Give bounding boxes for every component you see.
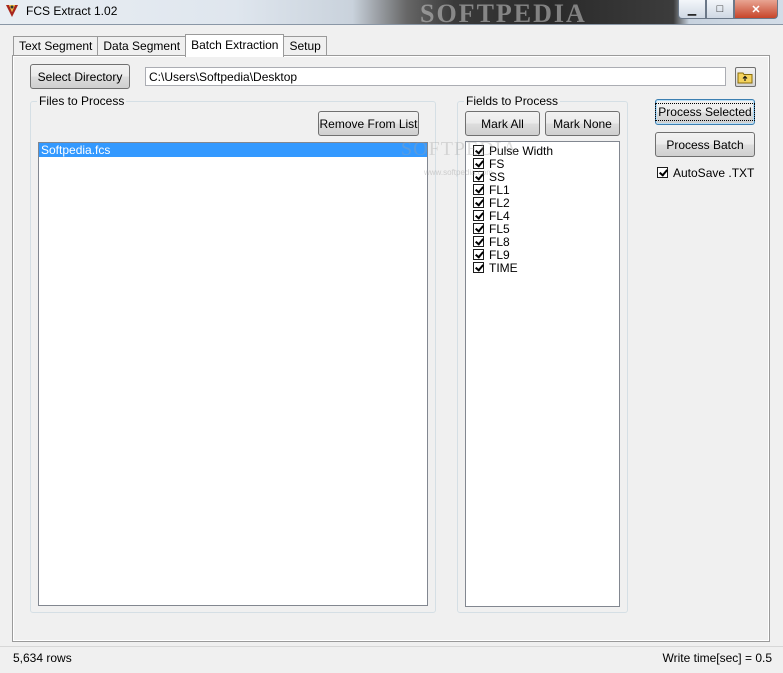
field-row-time[interactable]: TIME: [473, 260, 619, 275]
body-watermark-url: www.softpedia.com: [424, 168, 493, 177]
select-directory-label: Select Directory: [37, 69, 123, 84]
list-item[interactable]: Softpedia.fcs: [39, 143, 427, 157]
title-watermark: SOFTPEDIA: [420, 0, 587, 28]
files-group-label: Files to Process: [37, 94, 127, 108]
field-row-ss[interactable]: SS: [473, 170, 619, 184]
field-checkbox[interactable]: [473, 249, 484, 260]
body-watermark: SOFTPEDIA: [401, 138, 518, 160]
field-label: FL4: [489, 208, 510, 223]
tab-setup[interactable]: Setup: [283, 36, 327, 56]
field-checkbox[interactable]: [473, 262, 484, 273]
field-label: TIME: [489, 260, 518, 275]
select-directory-button[interactable]: Select Directory: [30, 64, 130, 89]
field-checkbox[interactable]: [473, 223, 484, 234]
tab-text-segment[interactable]: Text Segment: [13, 36, 99, 56]
files-listbox[interactable]: Softpedia.fcs: [38, 142, 428, 606]
field-label: FL9: [489, 247, 510, 262]
window-title: FCS Extract 1.02: [26, 4, 118, 18]
field-row-fl4[interactable]: FL4: [473, 208, 619, 223]
autosave-label: AutoSave .TXT: [673, 165, 755, 180]
folder-up-button[interactable]: [735, 67, 756, 87]
mark-none-button[interactable]: Mark None: [545, 111, 620, 136]
minimize-button[interactable]: ▁: [678, 0, 706, 19]
field-label: FL2: [489, 195, 510, 210]
tab-strip: Text Segment Data Segment Batch Extracti…: [13, 34, 327, 57]
write-time-status: Write time[sec] = 0.5: [662, 651, 772, 665]
field-checkbox[interactable]: [473, 197, 484, 208]
mark-all-label: Mark All: [481, 116, 524, 131]
field-checkbox[interactable]: [473, 210, 484, 221]
process-batch-label: Process Batch: [666, 137, 744, 152]
minimize-icon: ▁: [687, 3, 697, 16]
autosave-toggle[interactable]: AutoSave .TXT: [657, 165, 755, 180]
maximize-button[interactable]: □: [706, 0, 734, 19]
title-bar[interactable]: FCS Extract 1.02 SOFTPEDIA ▁ □ ✕: [0, 0, 783, 28]
field-row-fl8[interactable]: FL8: [473, 234, 619, 249]
fields-group-label: Fields to Process: [464, 94, 561, 108]
field-label: FL8: [489, 234, 510, 249]
status-bar: 5,634 rows Write time[sec] = 0.5: [0, 646, 783, 673]
field-row-fl1[interactable]: FL1: [473, 182, 619, 197]
process-selected-label: Process Selected: [655, 103, 755, 121]
field-label: FL1: [489, 182, 510, 197]
field-checkbox[interactable]: [473, 184, 484, 195]
tab-batch-extraction[interactable]: Batch Extraction: [185, 34, 285, 57]
field-checkbox[interactable]: [473, 236, 484, 247]
row-count-status: 5,634 rows: [13, 651, 72, 665]
mark-all-button[interactable]: Mark All: [465, 111, 540, 136]
remove-from-list-button[interactable]: Remove From List: [318, 111, 419, 136]
process-selected-button[interactable]: Process Selected: [655, 99, 755, 125]
field-row-fl2[interactable]: FL2: [473, 195, 619, 210]
maximize-icon: □: [716, 3, 724, 15]
fields-checklist: Pulse Width FS SS FL1 FL2 FL4 FL5 FL8 FL…: [465, 141, 620, 607]
app-logo-icon: [6, 5, 18, 17]
close-icon: ✕: [751, 3, 761, 16]
tab-data-segment[interactable]: Data Segment: [97, 36, 187, 56]
process-batch-button[interactable]: Process Batch: [655, 132, 755, 157]
remove-from-list-label: Remove From List: [319, 116, 418, 131]
close-button[interactable]: ✕: [734, 0, 778, 19]
autosave-checkbox[interactable]: [657, 167, 668, 178]
field-row-fl5[interactable]: FL5: [473, 221, 619, 236]
window-controls: ▁ □ ✕: [678, 0, 778, 19]
folder-up-icon: [737, 72, 753, 84]
mark-none-label: Mark None: [553, 116, 612, 131]
field-label: FL5: [489, 221, 510, 236]
field-row-fl9[interactable]: FL9: [473, 247, 619, 262]
directory-path-input[interactable]: [145, 67, 726, 86]
